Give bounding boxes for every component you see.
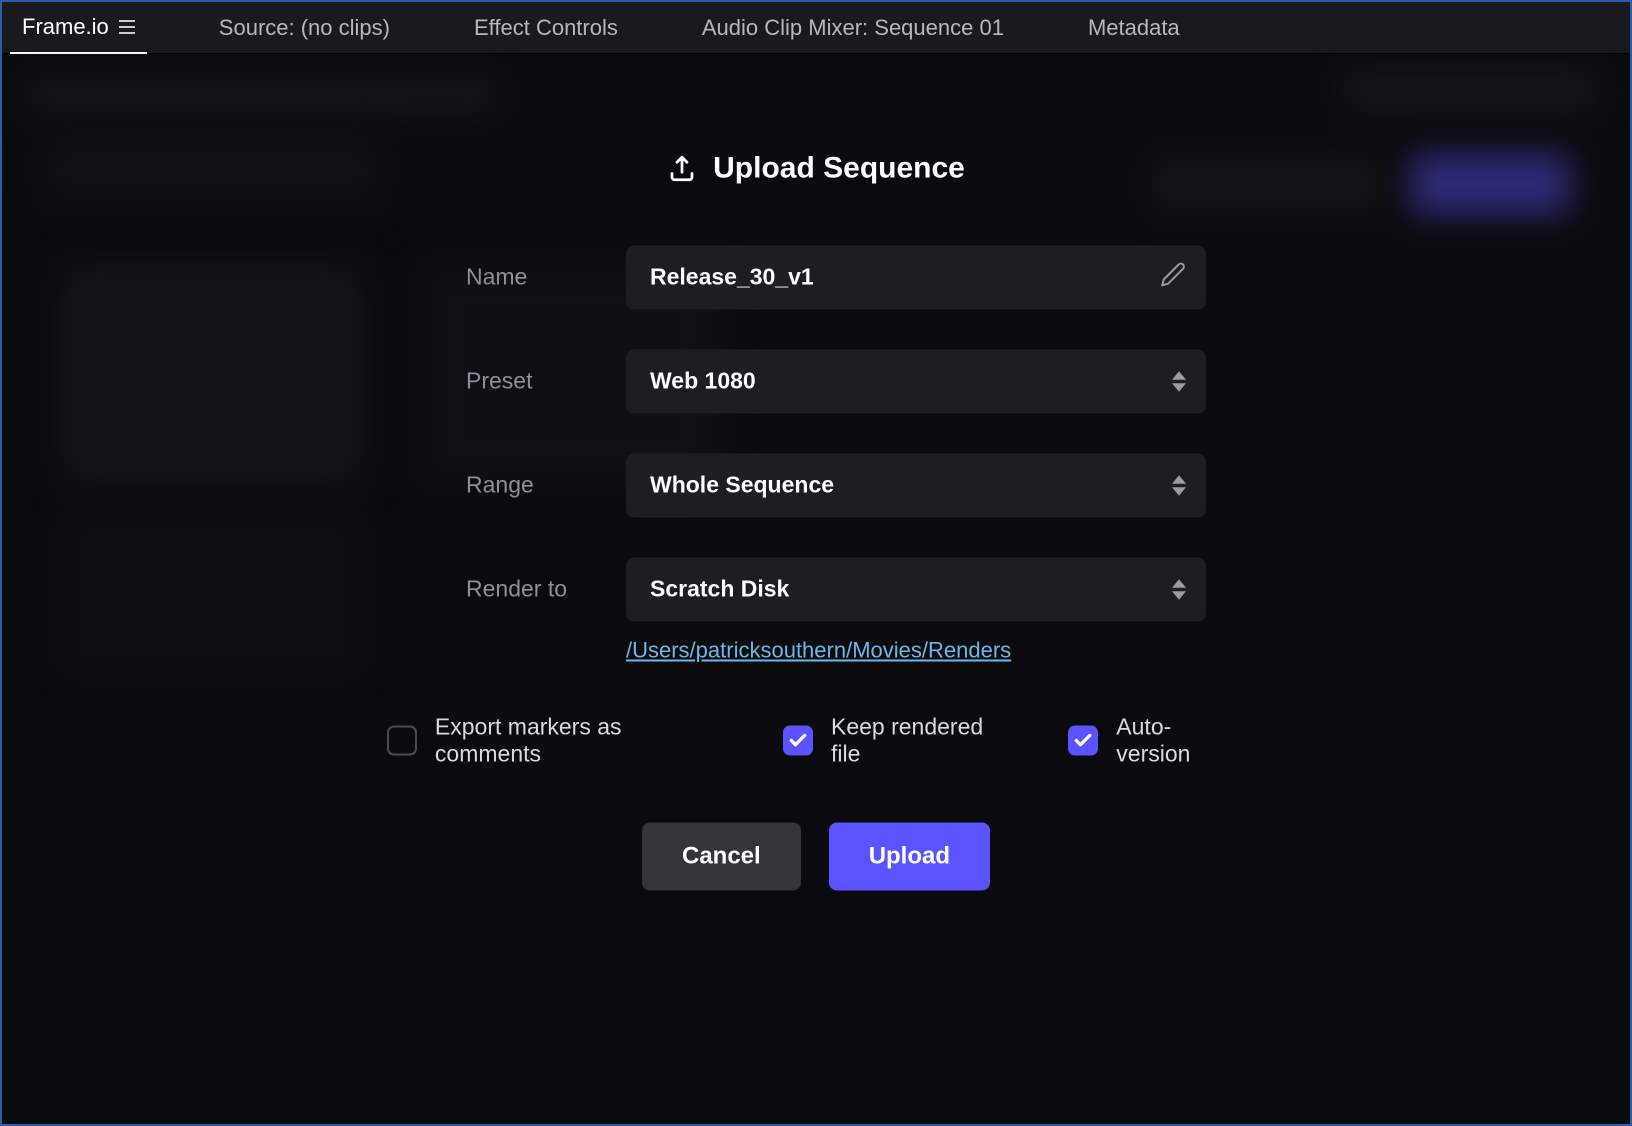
- keep-rendered-checkbox[interactable]: Keep rendered file: [783, 713, 1018, 767]
- tab-label: Frame.io: [22, 14, 109, 40]
- render-path-link[interactable]: /Users/patricksouthern/Movies/Renders: [626, 637, 1011, 663]
- panel-body: Upload Sequence Name Release_30_v1 Prese…: [2, 54, 1630, 1124]
- stepper-arrows-icon[interactable]: [1172, 370, 1186, 392]
- preset-value: Web 1080: [650, 368, 756, 395]
- panel-menu-icon[interactable]: [119, 20, 135, 34]
- stepper-arrows-icon[interactable]: [1172, 474, 1186, 496]
- form-row-render-to: Render to Scratch Disk: [426, 557, 1206, 621]
- render-to-value: Scratch Disk: [650, 576, 789, 603]
- modal-header: Upload Sequence: [667, 151, 965, 185]
- tab-frameio[interactable]: Frame.io: [10, 2, 147, 54]
- name-input[interactable]: Release_30_v1: [626, 245, 1206, 309]
- checkbox-box: [783, 725, 813, 755]
- checkbox-label: Export markers as comments: [435, 713, 733, 767]
- checkbox-box: [387, 725, 417, 755]
- tab-source[interactable]: Source: (no clips): [207, 3, 402, 53]
- tab-label: Source: (no clips): [219, 15, 390, 41]
- preset-select[interactable]: Web 1080: [626, 349, 1206, 413]
- checkbox-row: Export markers as comments Keep rendered…: [387, 713, 1245, 767]
- auto-version-checkbox[interactable]: Auto-version: [1068, 713, 1245, 767]
- upload-icon: [667, 153, 697, 183]
- form-row-range: Range Whole Sequence: [426, 453, 1206, 517]
- preset-label: Preset: [426, 368, 626, 395]
- checkbox-label: Keep rendered file: [831, 713, 1018, 767]
- export-markers-checkbox[interactable]: Export markers as comments: [387, 713, 733, 767]
- render-to-label: Render to: [426, 576, 626, 603]
- upload-button[interactable]: Upload: [829, 822, 990, 890]
- pencil-icon[interactable]: [1160, 261, 1186, 293]
- stepper-arrows-icon[interactable]: [1172, 578, 1186, 600]
- checkbox-label: Auto-version: [1116, 713, 1245, 767]
- range-label: Range: [426, 472, 626, 499]
- modal-title: Upload Sequence: [713, 151, 965, 185]
- button-row: Cancel Upload: [642, 822, 990, 890]
- name-label: Name: [426, 264, 626, 291]
- render-to-select[interactable]: Scratch Disk: [626, 557, 1206, 621]
- upload-sequence-modal: Upload Sequence Name Release_30_v1 Prese…: [426, 31, 1206, 890]
- cancel-button[interactable]: Cancel: [642, 822, 801, 890]
- range-value: Whole Sequence: [650, 472, 834, 499]
- form-row-preset: Preset Web 1080: [426, 349, 1206, 413]
- form-row-name: Name Release_30_v1: [426, 245, 1206, 309]
- name-value: Release_30_v1: [650, 264, 814, 291]
- range-select[interactable]: Whole Sequence: [626, 453, 1206, 517]
- checkbox-box: [1068, 725, 1098, 755]
